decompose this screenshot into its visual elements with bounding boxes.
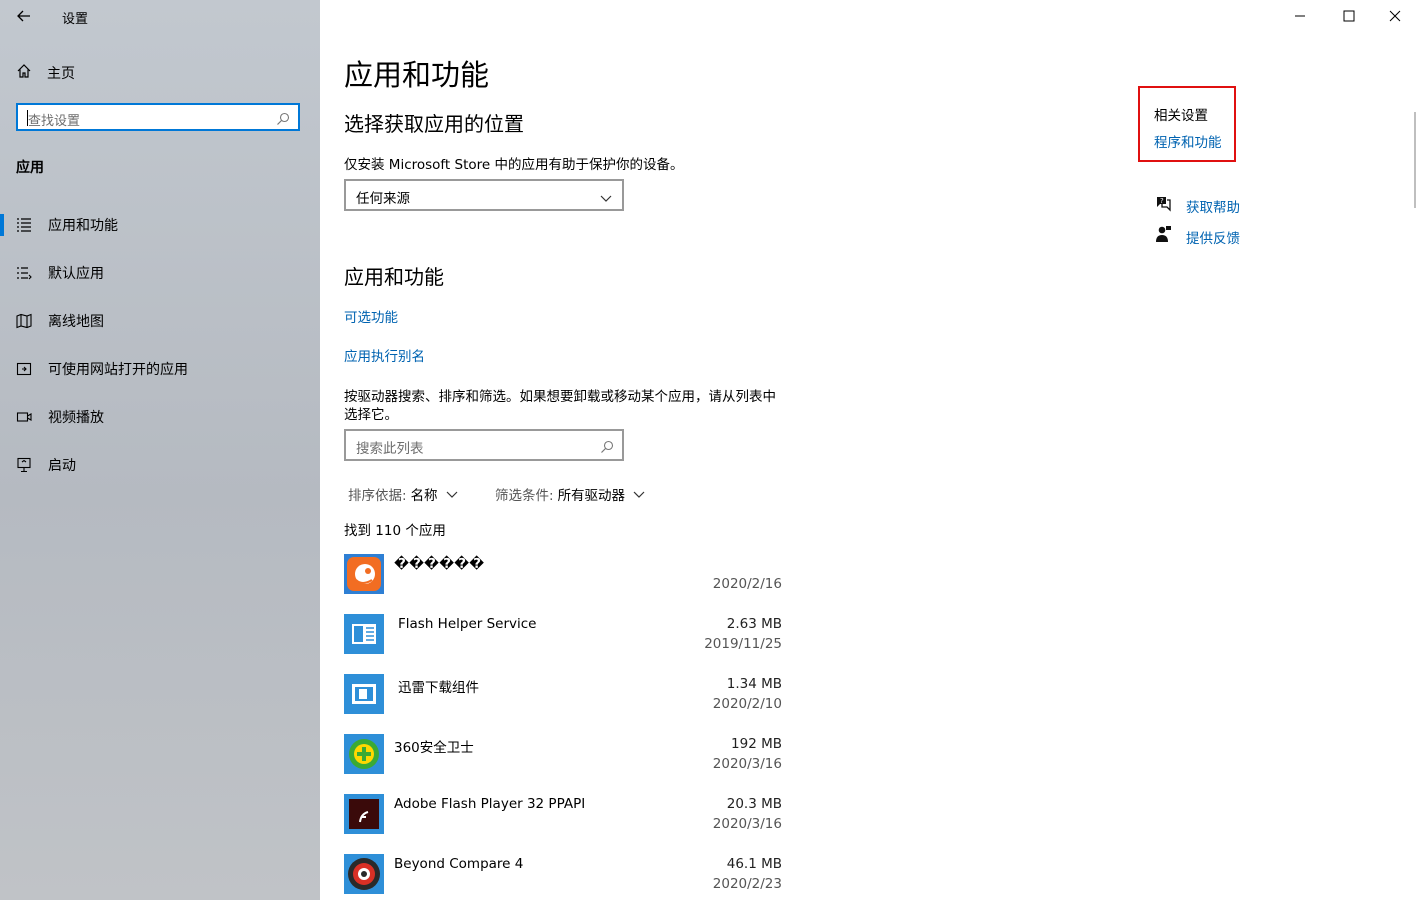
chevron-down-icon <box>633 491 645 498</box>
sidebar-item-label: 启动 <box>48 458 76 474</box>
open-website-icon <box>16 361 32 377</box>
app-date: 2019/11/25 <box>704 636 782 652</box>
app-date: 2020/2/10 <box>712 696 782 712</box>
back-arrow-icon[interactable] <box>14 6 34 26</box>
filter-by-label: 筛选条件: <box>495 488 554 504</box>
app-size: 2.63 MB <box>726 616 782 632</box>
maximize-icon[interactable] <box>1339 6 1359 26</box>
feedback-label: 提供反馈 <box>1186 231 1240 247</box>
search-icon[interactable] <box>276 111 290 125</box>
feedback-person-icon <box>1154 225 1172 247</box>
app-size: 46.1 MB <box>726 856 782 872</box>
search-icon[interactable] <box>600 439 614 453</box>
list-description-line1: 按驱动器搜索、排序和筛选。如果想要卸载或移动某个应用，请从列表中 <box>344 389 776 405</box>
minimize-icon[interactable] <box>1290 6 1310 26</box>
location-description: 仅安装 Microsoft Store 中的应用有助于保护你的设备。 <box>344 157 684 173</box>
related-settings-title: 相关设置 <box>1154 108 1208 124</box>
programs-features-link[interactable]: 程序和功能 <box>1154 131 1222 151</box>
app-date: 2020/3/16 <box>712 816 782 832</box>
related-settings-box: 相关设置 程序和功能 <box>1138 86 1236 162</box>
feedback-link[interactable]: 提供反馈 <box>1154 225 1240 247</box>
scrollbar[interactable] <box>1414 112 1416 208</box>
app-list-item[interactable]: ������ 2020/2/16 <box>344 554 784 602</box>
apps-list-icon <box>16 217 32 233</box>
app-list-item[interactable]: Beyond Compare 4 46.1 MB 2020/2/23 <box>344 854 784 902</box>
get-help-label: 获取帮助 <box>1186 200 1240 216</box>
adobe-flash-icon <box>344 794 384 834</box>
sidebar-item-offline-maps[interactable]: 离线地图 <box>0 301 320 341</box>
app-list-item[interactable]: Flash Helper Service 2.63 MB 2019/11/25 <box>344 614 784 662</box>
sidebar-item-default-apps[interactable]: 默认应用 <box>0 253 320 293</box>
home-label: 主页 <box>47 66 75 82</box>
sidebar: 设置 主页 查找设置 应用 应用和功能 默认应用 离线地图 可使用网站打开的应用… <box>0 0 320 900</box>
optional-features-link[interactable]: 可选功能 <box>344 306 398 326</box>
app-list-item[interactable]: 360安全卫士 192 MB 2020/3/16 <box>344 734 784 782</box>
app-date: 2020/3/16 <box>712 756 782 772</box>
app-name: Adobe Flash Player 32 PPAPI <box>394 796 586 812</box>
get-help-link[interactable]: ? 获取帮助 <box>1154 194 1240 216</box>
apps-found-count: 找到 110 个应用 <box>344 523 446 539</box>
app-size: 192 MB <box>731 736 782 752</box>
app-size: 20.3 MB <box>726 796 782 812</box>
main-content: 应用和功能 选择获取应用的位置 仅安装 Microsoft Store 中的应用… <box>320 0 1418 900</box>
sidebar-item-startup[interactable]: 启动 <box>0 445 320 485</box>
page-title: 应用和功能 <box>344 58 490 92</box>
chat-help-icon: ? <box>1154 194 1172 216</box>
app-name: Beyond Compare 4 <box>394 856 524 872</box>
startup-icon <box>16 457 32 473</box>
video-icon <box>16 409 32 425</box>
sidebar-item-apps-features[interactable]: 应用和功能 <box>0 205 320 245</box>
window-title: 设置 <box>62 12 89 27</box>
flash-helper-icon <box>344 614 384 654</box>
settings-search-input[interactable]: 查找设置 <box>16 103 300 131</box>
app-execution-alias-link[interactable]: 应用执行别名 <box>344 345 425 365</box>
sidebar-item-label: 视频播放 <box>48 410 104 426</box>
app-size: 1.34 MB <box>726 676 782 692</box>
app-list-search-placeholder: 搜索此列表 <box>356 441 424 457</box>
sidebar-item-label: 默认应用 <box>48 266 104 282</box>
map-icon <box>16 313 32 329</box>
beyond-compare-icon <box>344 854 384 894</box>
close-icon[interactable] <box>1385 6 1405 26</box>
home-icon <box>16 63 32 83</box>
location-heading: 选择获取应用的位置 <box>344 112 524 136</box>
app-list-search-input[interactable]: 搜索此列表 <box>344 429 624 461</box>
sidebar-item-label: 离线地图 <box>48 314 104 330</box>
app-date: 2020/2/23 <box>712 876 782 892</box>
filter-by-value: 所有驱动器 <box>557 488 626 504</box>
default-apps-icon <box>16 265 32 281</box>
home-nav-item[interactable]: 主页 <box>16 62 75 84</box>
xunlei-component-icon <box>344 674 384 714</box>
app-source-value: 任何来源 <box>356 191 410 207</box>
sort-by-dropdown[interactable]: 排序依据: 名称 <box>348 484 458 504</box>
svg-text:?: ? <box>1160 197 1164 205</box>
apps-heading: 应用和功能 <box>344 265 444 289</box>
sidebar-item-video-playback[interactable]: 视频播放 <box>0 397 320 437</box>
sidebar-item-label: 应用和功能 <box>48 218 118 234</box>
360-security-icon <box>344 734 384 774</box>
sort-by-label: 排序依据: <box>348 488 407 504</box>
list-description-line2: 选择它。 <box>344 407 398 423</box>
selected-indicator <box>0 214 4 236</box>
orange-app-icon <box>344 554 384 594</box>
settings-search-placeholder: 查找设置 <box>28 114 81 129</box>
sidebar-item-label: 可使用网站打开的应用 <box>48 362 188 378</box>
app-date: 2020/2/16 <box>712 576 782 592</box>
chevron-down-icon <box>446 491 457 498</box>
app-source-dropdown[interactable]: 任何来源 <box>344 179 624 211</box>
app-list-item[interactable]: 迅雷下载组件 1.34 MB 2020/2/10 <box>344 674 784 722</box>
sidebar-section-title: 应用 <box>16 160 44 176</box>
app-list-item[interactable]: Adobe Flash Player 32 PPAPI 20.3 MB 2020… <box>344 794 784 842</box>
filter-by-dropdown[interactable]: 筛选条件: 所有驱动器 <box>495 484 645 504</box>
app-name: 迅雷下载组件 <box>398 680 479 696</box>
app-name: Flash Helper Service <box>398 616 537 632</box>
app-name: 360安全卫士 <box>394 740 474 756</box>
chevron-down-icon <box>600 189 612 202</box>
app-name: ������ <box>394 556 485 572</box>
sort-by-value: 名称 <box>410 488 438 504</box>
sidebar-item-open-with-websites[interactable]: 可使用网站打开的应用 <box>0 349 320 389</box>
